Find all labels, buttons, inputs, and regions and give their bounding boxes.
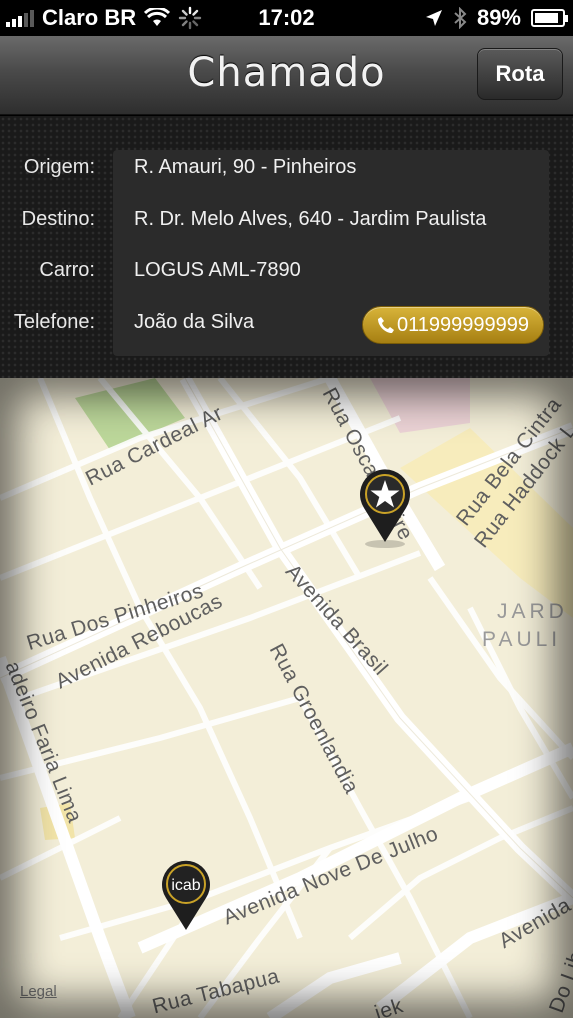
origin-label: Origem: — [23, 156, 95, 178]
status-bar: Claro BR 17:02 89% — [0, 0, 573, 36]
taxi-pin[interactable]: icab — [158, 856, 214, 937]
phone-icon — [378, 317, 394, 333]
icab-logo: icab — [171, 877, 200, 894]
destination-label: Destino: — [21, 208, 95, 230]
phone-row: Telefone: João da Silva 011999999999 — [0, 302, 573, 344]
car-row: Carro: LOGUS AML-7890 — [0, 250, 573, 290]
phone-number: 011999999999 — [397, 314, 529, 336]
status-right: 89% — [425, 5, 568, 31]
destination-row: Destino: R. Dr. Melo Alves, 640 - Jardim… — [0, 199, 573, 239]
origin-row: Origem: R. Amauri, 90 - Pinheiros — [0, 147, 573, 187]
car-value: LOGUS AML-7890 — [134, 259, 301, 281]
destination-pin[interactable] — [356, 464, 414, 553]
phone-label: Telefone: — [13, 311, 95, 333]
navigation-bar: Chamado Rota — [0, 36, 573, 115]
call-button[interactable]: 011999999999 — [362, 306, 544, 344]
legal-link[interactable]: Legal — [20, 983, 57, 1000]
route-button[interactable]: Rota — [477, 48, 563, 100]
origin-value: R. Amauri, 90 - Pinheiros — [134, 156, 357, 178]
battery-icon — [531, 9, 568, 27]
battery-percent: 89% — [476, 5, 521, 30]
car-label: Carro: — [39, 259, 95, 281]
location-arrow-icon — [425, 10, 442, 26]
district-label: JARD — [497, 600, 568, 623]
ride-details-panel: Origem: R. Amauri, 90 - Pinheiros Destin… — [0, 116, 573, 378]
bluetooth-icon — [454, 7, 467, 29]
phone-name: João da Silva — [134, 311, 255, 333]
district-label: PAULI — [482, 628, 562, 651]
destination-value: R. Dr. Melo Alves, 640 - Jardim Paulista — [134, 208, 487, 230]
map-view[interactable]: Rua Cardeal Ar Rua Oscar Freire Rua Bela… — [0, 378, 573, 1018]
